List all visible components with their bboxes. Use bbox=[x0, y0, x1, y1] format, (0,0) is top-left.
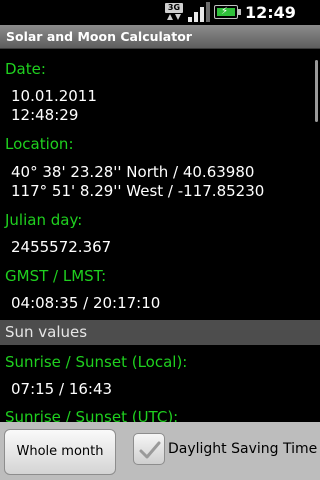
daylight-saving-checkbox[interactable] bbox=[133, 433, 165, 465]
network-3g-icon: 3G bbox=[165, 3, 183, 22]
location-label: Location: bbox=[5, 135, 74, 153]
whole-month-button[interactable]: Whole month bbox=[4, 429, 116, 475]
app-title-bar: Solar and Moon Calculator bbox=[0, 25, 320, 49]
gmst-lmst-label: GMST / LMST: bbox=[5, 267, 107, 285]
sunrise-sunset-local-label: Sunrise / Sunset (Local): bbox=[5, 353, 188, 371]
scrollbar-thumb[interactable] bbox=[315, 60, 318, 122]
upload-arrow-icon bbox=[167, 14, 173, 20]
signal-bar-3 bbox=[200, 7, 204, 22]
time-value: 12:48:29 bbox=[11, 106, 79, 124]
date-label: Date: bbox=[5, 60, 46, 78]
gmst-lmst-value: 04:08:35 / 20:17:10 bbox=[11, 294, 161, 312]
check-icon bbox=[139, 441, 161, 459]
sun-values-header: Sun values bbox=[0, 320, 320, 345]
sunrise-sunset-utc-label: Sunrise / Sunset (UTC): bbox=[5, 408, 179, 422]
download-arrow-icon bbox=[175, 14, 181, 20]
date-value: 10.01.2011 bbox=[11, 87, 97, 105]
longitude-value: 117° 51' 8.29'' West / -117.85230 bbox=[11, 182, 265, 200]
signal-bar-1 bbox=[188, 17, 192, 22]
results-scroll-view[interactable]: Date: 10.01.2011 12:48:29 Location: 40° … bbox=[0, 50, 320, 422]
status-bar: 3G ⚡ 12:49 PM bbox=[0, 0, 320, 44]
julian-day-value: 2455572.367 bbox=[11, 238, 112, 256]
app-title: Solar and Moon Calculator bbox=[6, 29, 192, 44]
network-type-label: 3G bbox=[165, 3, 183, 13]
sun-values-title: Sun values bbox=[5, 323, 88, 341]
bottom-action-bar: Whole month Daylight Saving Time bbox=[0, 422, 320, 480]
daylight-saving-label[interactable]: Daylight Saving Time bbox=[168, 441, 317, 457]
battery-charging-icon: ⚡ bbox=[214, 5, 241, 19]
battery-nub bbox=[238, 9, 241, 15]
signal-icon bbox=[188, 2, 210, 22]
latitude-value: 40° 38' 23.28'' North / 40.63980 bbox=[11, 163, 255, 181]
sunrise-sunset-local-value: 07:15 / 16:43 bbox=[11, 380, 113, 398]
julian-day-label: Julian day: bbox=[5, 211, 83, 229]
charging-bolt-icon: ⚡ bbox=[221, 6, 229, 17]
signal-bar-4 bbox=[206, 2, 210, 22]
signal-bar-2 bbox=[194, 12, 198, 22]
